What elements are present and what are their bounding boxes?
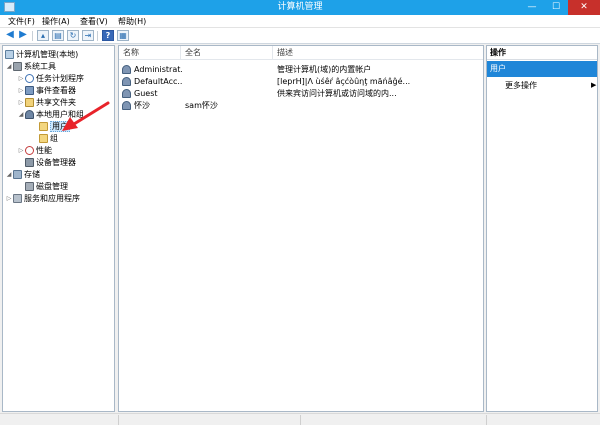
status-divider: [118, 415, 119, 425]
close-button[interactable]: ✕: [568, 0, 600, 15]
users-group-icon: [25, 110, 34, 119]
refresh-icon[interactable]: ↻: [67, 30, 79, 41]
list-header: 名称 全名 描述: [119, 46, 483, 60]
tree-item-disk-management[interactable]: 磁盘管理: [25, 181, 68, 192]
user-icon: [122, 77, 131, 86]
status-divider: [486, 415, 487, 425]
expand-toggle[interactable]: ▷: [17, 97, 25, 108]
show-hide-tree-icon[interactable]: ▤: [52, 30, 64, 41]
column-header-description[interactable]: 描述: [273, 46, 483, 60]
actions-section-users[interactable]: 用户: [487, 61, 597, 77]
tree-item-groups[interactable]: 组: [39, 133, 58, 144]
tree-item-label: 任务计划程序: [36, 74, 84, 83]
more-actions-link[interactable]: 更多操作: [505, 80, 537, 91]
tree-item-local-users-groups[interactable]: ◢ 本地用户和组: [17, 109, 84, 120]
shared-folder-icon: [25, 98, 34, 107]
column-header-fullname[interactable]: 全名: [181, 46, 273, 60]
tree-item-label: 服务和应用程序: [24, 194, 80, 203]
folder-icon: [39, 134, 48, 143]
services-icon: [13, 194, 22, 203]
title-bar: 计算机管理 — ☐ ✕: [0, 0, 600, 15]
tree-item-label: 用户: [50, 121, 70, 132]
menu-action[interactable]: 操作(A): [40, 15, 72, 28]
tree-item-label: 事件查看器: [36, 86, 76, 95]
user-description: [leprH]|Λ ùśêŕ âçćòûηţ măńâĝé...: [277, 77, 411, 86]
user-description: 管理计算机(域)的内置帐户: [277, 65, 372, 74]
tree-item-performance[interactable]: ▷ 性能: [17, 145, 52, 156]
tree-item-computer-management[interactable]: 计算机管理(本地): [5, 49, 78, 60]
expand-toggle[interactable]: ◢: [5, 169, 13, 180]
window-title: 计算机管理: [277, 2, 323, 12]
tree-item-task-scheduler[interactable]: ▷ 任务计划程序: [17, 73, 84, 84]
tree-item-label: 磁盘管理: [36, 182, 68, 191]
menu-view[interactable]: 查看(V): [78, 15, 110, 28]
expand-toggle[interactable]: ◢: [17, 109, 25, 120]
toolbar-separator: [32, 31, 33, 41]
tree-item-label: 设备管理器: [36, 158, 76, 167]
properties-icon[interactable]: ▦: [117, 30, 129, 41]
up-folder-icon[interactable]: ▴: [37, 30, 49, 41]
user-icon: [122, 101, 131, 110]
user-fullname: sam怀沙: [185, 101, 218, 110]
tree-item-shared-folders[interactable]: ▷ 共享文件夹: [17, 97, 76, 108]
menu-bar: 文件(F) 操作(A) 查看(V) 帮助(H): [0, 15, 600, 28]
user-name: DefaultAcc...: [134, 77, 182, 86]
chevron-right-icon: ▶: [591, 81, 597, 89]
event-viewer-icon: [25, 86, 34, 95]
tree-item-users[interactable]: 用户: [39, 121, 70, 132]
list-item[interactable]: DefaultAcc... [leprH]|Λ ùśêŕ âçćòûηţ măń…: [119, 76, 483, 88]
forward-icon[interactable]: ▶: [17, 30, 29, 41]
tree-item-label: 系统工具: [24, 62, 56, 71]
actions-header: 操作: [487, 46, 597, 60]
toolbar: ◀ ▶ ▴ ▤ ↻ ⇥ ? ▦: [0, 28, 600, 44]
tree-item-device-manager[interactable]: 设备管理器: [25, 157, 76, 168]
menu-file[interactable]: 文件(F): [6, 15, 37, 28]
clock-icon: [25, 74, 34, 83]
minimize-button[interactable]: —: [520, 0, 544, 15]
folder-icon: [39, 122, 48, 131]
computer-icon: [5, 50, 14, 59]
back-icon[interactable]: ◀: [4, 30, 16, 41]
user-icon: [122, 89, 131, 98]
tree-item-label: 计算机管理(本地): [16, 50, 79, 59]
disk-icon: [25, 182, 34, 191]
export-list-icon[interactable]: ⇥: [82, 30, 94, 41]
tree-item-label: 组: [50, 134, 58, 143]
user-name: Guest: [134, 89, 158, 98]
column-header-name[interactable]: 名称: [119, 46, 181, 60]
tree-item-services-applications[interactable]: ▷ 服务和应用程序: [5, 193, 80, 204]
tree-item-label: 本地用户和组: [36, 110, 84, 119]
expand-toggle[interactable]: ◢: [5, 61, 13, 72]
expand-toggle[interactable]: ▷: [5, 193, 13, 204]
menu-help[interactable]: 帮助(H): [116, 15, 148, 28]
list-item[interactable]: Administrat... 管理计算机(域)的内置帐户: [119, 64, 483, 76]
actions-pane: 操作 用户 更多操作 ▶: [486, 45, 598, 412]
help-icon[interactable]: ?: [102, 30, 114, 41]
tree-item-label: 存储: [24, 170, 40, 179]
tree-item-system-tools[interactable]: ◢ 系统工具: [5, 61, 56, 72]
expand-toggle[interactable]: ▷: [17, 73, 25, 84]
status-divider: [300, 415, 301, 425]
tools-icon: [13, 62, 22, 71]
user-name: Administrat...: [134, 65, 182, 74]
performance-icon: [25, 146, 34, 155]
device-manager-icon: [25, 158, 34, 167]
status-bar: [0, 413, 600, 425]
storage-icon: [13, 170, 22, 179]
expand-toggle[interactable]: ▷: [17, 145, 25, 156]
console-tree: 计算机管理(本地) ◢ 系统工具 ▷ 任务计划程序 ▷ 事件查看器 ▷ 共享文件夹 ◢ 本…: [2, 45, 115, 412]
toolbar-separator: [97, 31, 98, 41]
list-item[interactable]: 怀沙 sam怀沙: [119, 100, 483, 112]
tree-item-label: 共享文件夹: [36, 98, 76, 107]
expand-toggle[interactable]: ▷: [17, 85, 25, 96]
user-icon: [122, 65, 131, 74]
user-name: 怀沙: [134, 101, 150, 110]
users-list-view: 名称 全名 描述 Administrat... 管理计算机(域)的内置帐户 De…: [118, 45, 484, 412]
maximize-button[interactable]: ☐: [544, 0, 568, 15]
user-description: 供来宾访问计算机或访问域的内...: [277, 89, 397, 98]
tree-item-label: 性能: [36, 146, 52, 155]
list-item[interactable]: Guest 供来宾访问计算机或访问域的内...: [119, 88, 483, 100]
tree-item-event-viewer[interactable]: ▷ 事件查看器: [17, 85, 76, 96]
tree-item-storage[interactable]: ◢ 存储: [5, 169, 40, 180]
